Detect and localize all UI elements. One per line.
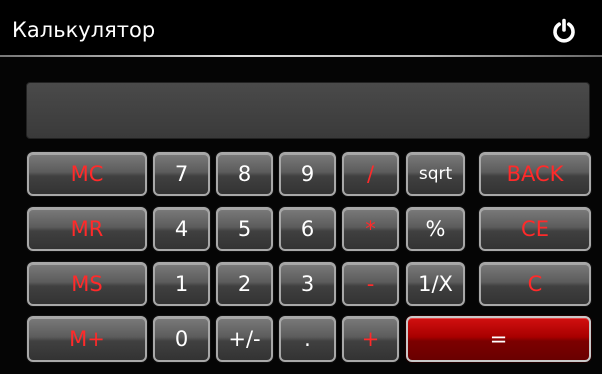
clear-button[interactable]: C [479,262,591,306]
digit-6-button[interactable]: 6 [279,207,336,251]
percent-button[interactable]: % [406,207,465,251]
backspace-button[interactable]: BACK [479,152,591,196]
memory-clear-button[interactable]: MC [27,152,147,196]
digit-4-button[interactable]: 4 [153,207,210,251]
memory-store-button[interactable]: MS [27,262,147,306]
digit-1-button[interactable]: 1 [153,262,210,306]
digit-9-button[interactable]: 9 [279,152,336,196]
digit-2-button[interactable]: 2 [216,262,273,306]
digit-7-button[interactable]: 7 [153,152,210,196]
title-bar: Калькулятор [0,0,602,56]
sqrt-button[interactable]: sqrt [406,152,465,196]
equals-button[interactable]: = [406,316,591,362]
reciprocal-button[interactable]: 1/X [406,262,465,306]
clear-entry-button[interactable]: CE [479,207,591,251]
calculator-window: Калькулятор MC 7 8 9 / sqrt BACK MR 4 5 … [0,0,602,374]
memory-add-button[interactable]: M+ [27,316,147,362]
sign-toggle-button[interactable]: +/- [216,316,273,362]
power-icon[interactable] [551,18,577,44]
digit-8-button[interactable]: 8 [216,152,273,196]
memory-recall-button[interactable]: MR [27,207,147,251]
add-button[interactable]: + [342,316,399,362]
digit-5-button[interactable]: 5 [216,207,273,251]
digit-3-button[interactable]: 3 [279,262,336,306]
divide-button[interactable]: / [342,152,399,196]
title-divider [0,55,602,57]
decimal-point-button[interactable]: . [279,316,336,362]
digit-0-button[interactable]: 0 [153,316,210,362]
app-title: Калькулятор [12,18,156,42]
multiply-button[interactable]: * [342,207,399,251]
result-display [26,82,590,139]
subtract-button[interactable]: - [342,262,399,306]
